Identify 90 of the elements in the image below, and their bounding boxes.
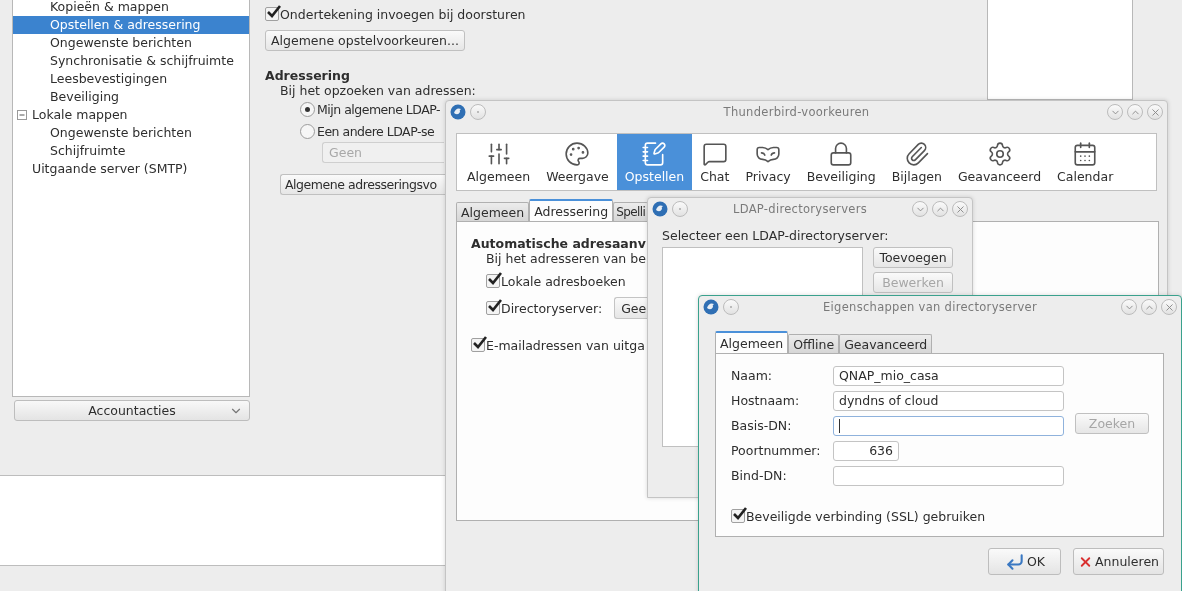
window-menu-button[interactable]: [723, 299, 739, 315]
tree-item[interactable]: Uitgaande server (SMTP): [13, 160, 249, 178]
preferences-pane-tab[interactable]: Geavanceerd: [949, 134, 1050, 190]
input-field[interactable]: 636: [833, 440, 899, 461]
window-title: Thunderbird-voorkeuren: [722, 105, 871, 119]
tab[interactable]: Adressering: [529, 199, 614, 221]
directory-select[interactable]: Gee: [614, 297, 648, 319]
preferences-pane-tab[interactable]: Chat: [692, 134, 738, 190]
minimize-button[interactable]: [1121, 299, 1137, 315]
minimize-button[interactable]: [912, 201, 928, 217]
input-field[interactable]: dyndns of cloud: [833, 390, 1064, 411]
checkbox[interactable]: [486, 274, 500, 288]
list-label: Selecteer een LDAP-directoryserver:: [662, 228, 889, 243]
checkbox-label: Beveiligde verbinding (SSL) gebruiken: [746, 508, 986, 524]
collapse-icon[interactable]: [17, 110, 27, 120]
window-title: LDAP-directoryservers: [732, 202, 868, 216]
window-title: Eigenschappen van directoryserver: [822, 300, 1038, 314]
section-heading: Automatische adresaanv: [471, 236, 646, 251]
radio-button[interactable]: [300, 101, 315, 117]
checkbox[interactable]: [731, 509, 745, 523]
gear-icon: [986, 140, 1013, 167]
preferences-pane-tab[interactable]: Beveiliging: [798, 134, 884, 190]
addressing-preferences-button[interactable]: Algemene adresseringsvo: [280, 174, 447, 195]
palette-icon: [564, 140, 591, 167]
autocomplete-label: Bij het adresseren van be: [486, 251, 646, 266]
preferences-pane-tab[interactable]: Weergave: [538, 134, 617, 190]
dialog-button[interactable]: Toevoegen: [873, 247, 953, 268]
checkbox-label: Ondertekening invoegen bij doorsturen: [280, 6, 526, 22]
speech-bubble-icon: [701, 140, 728, 167]
tree-item[interactable]: Beveiliging: [13, 88, 249, 106]
close-button[interactable]: [1147, 104, 1163, 120]
ok-button[interactable]: OK: [988, 548, 1061, 575]
tree-item[interactable]: Synchronisatie & schijfruimte: [13, 52, 249, 70]
minimize-button[interactable]: [1107, 104, 1123, 120]
composition-preferences-button[interactable]: Algemene opstelvoorkeuren...: [265, 30, 465, 51]
radio-label: Een andere LDAP-se: [317, 123, 435, 139]
field-label: Naam:: [731, 368, 774, 383]
radio-button[interactable]: [300, 123, 315, 139]
preferences-pane-tab[interactable]: Bijlagen: [883, 134, 950, 190]
tab[interactable]: Spelli: [613, 202, 649, 221]
tab[interactable]: Algemeen: [715, 331, 789, 353]
input-field[interactable]: [833, 465, 1064, 486]
calendar-icon: [1072, 140, 1099, 167]
tree-item[interactable]: Schijfruimte: [13, 142, 249, 160]
tab[interactable]: Offline: [788, 334, 840, 353]
radio-label: Mijn algemene LDAP-: [317, 101, 441, 117]
preferences-pane-tab[interactable]: Privacy: [737, 134, 799, 190]
close-button[interactable]: [1161, 299, 1177, 315]
cancel-button[interactable]: Annuleren: [1073, 548, 1164, 575]
notepad-pencil-icon: [641, 140, 668, 167]
padlock-icon: [828, 140, 855, 167]
preferences-pane-tab[interactable]: Calendar: [1049, 134, 1122, 190]
tab[interactable]: Geavanceerd: [839, 334, 933, 353]
app-icon: [450, 104, 466, 120]
tree-item[interactable]: Ongewenste berichten: [13, 124, 249, 142]
checkbox-label: E-mailadressen van uitga: [486, 337, 645, 353]
preferences-pane-tab[interactable]: Algemeen: [459, 134, 539, 190]
maximize-button[interactable]: [1141, 299, 1157, 315]
checkbox-label: Directoryserver:: [501, 300, 603, 316]
window-menu-button[interactable]: [470, 104, 486, 120]
close-icon: [954, 203, 966, 215]
return-arrow-icon: [1005, 551, 1025, 572]
checkbox[interactable]: [486, 301, 500, 315]
tab[interactable]: Algemeen: [456, 202, 530, 221]
account-actions-dropdown[interactable]: Accountacties: [14, 400, 250, 421]
tree-item[interactable]: Ongewenste berichten: [13, 34, 249, 52]
field-label: Bind-DN:: [731, 468, 788, 483]
app-icon: [652, 201, 668, 217]
field-label: Poortnummer:: [731, 443, 822, 458]
maximize-button[interactable]: [1127, 104, 1143, 120]
window-menu-button[interactable]: [672, 201, 688, 217]
section-heading: Adressering: [265, 68, 350, 83]
app-icon: [703, 299, 719, 315]
field-label: Hostnaam:: [731, 393, 801, 408]
close-icon: [1149, 106, 1161, 118]
tree-item[interactable]: Opstellen & adressering: [13, 16, 249, 34]
input-field[interactable]: [833, 415, 1064, 436]
maximize-button[interactable]: [932, 201, 948, 217]
checkbox[interactable]: [471, 338, 485, 352]
tree-item[interactable]: Lokale mappen: [13, 106, 249, 124]
field-label: Basis-DN:: [731, 418, 793, 433]
lookup-label: Bij het opzoeken van adressen:: [280, 83, 476, 98]
checkbox[interactable]: [265, 7, 279, 21]
tree-item[interactable]: Kopieën & mappen: [13, 0, 249, 16]
input-field[interactable]: QNAP_mio_casa: [833, 365, 1064, 386]
tree-item[interactable]: Leesbevestigingen: [13, 70, 249, 88]
checkbox-label: Lokale adresboeken: [501, 273, 626, 289]
paperclip-icon: [903, 140, 930, 167]
close-icon: [1163, 301, 1175, 313]
close-button[interactable]: [952, 201, 968, 217]
